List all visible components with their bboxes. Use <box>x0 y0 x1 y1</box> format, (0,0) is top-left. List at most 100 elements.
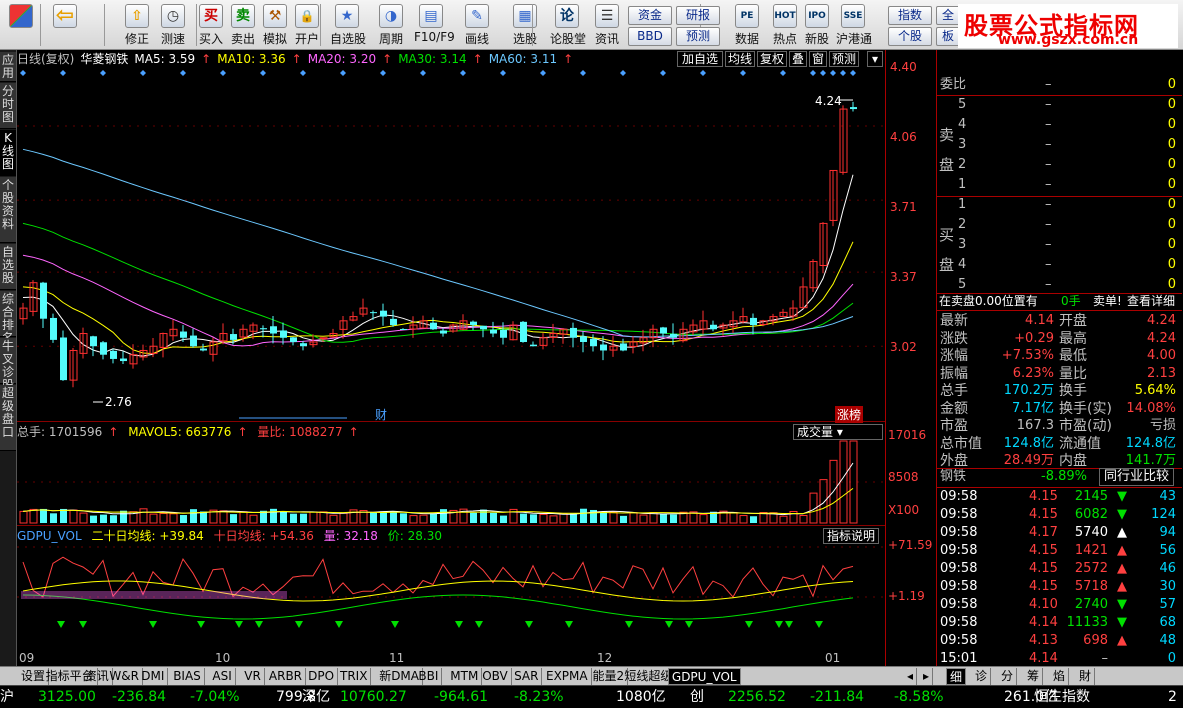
kline-chart[interactable]: 日线(复权) 华菱钢铁 MA5: 3.59 ↑ MA10: 3.36 ↑ MA20: 3.2… <box>17 50 885 423</box>
indicator-tab-15[interactable]: SAR <box>511 668 543 685</box>
toolbar-button-15[interactable]: PE 数据 <box>730 2 764 48</box>
sector-compare-button[interactable]: 同行业比较 <box>1099 468 1175 486</box>
toolbar-small-button-6[interactable]: 全 <box>936 6 960 25</box>
view-detail-button[interactable]: 查看详细 <box>1127 292 1175 310</box>
indicator-tab-8[interactable]: ARBR <box>266 668 307 685</box>
indicator-tab-16[interactable]: EXPMA <box>543 668 592 685</box>
volume-bar <box>239 511 248 524</box>
toolbar-small-button-1[interactable]: BBD <box>628 27 672 46</box>
indicator-tab-5[interactable]: BIAS <box>170 668 205 685</box>
kline-button-2[interactable]: 复权 <box>757 51 787 67</box>
volume-bar <box>219 510 228 524</box>
candle-body <box>430 322 437 330</box>
finance-marker[interactable]: 财 <box>375 406 387 423</box>
market-change: -236.84 <box>112 689 167 705</box>
candle-body <box>290 337 297 342</box>
volume-bar <box>290 513 297 523</box>
quote-tab-3[interactable]: 筹 <box>1024 668 1044 685</box>
volume-chart[interactable]: 总手: 1701596 ↑ MAVOL5: 663776 ↑ 量比: 1088277… <box>17 423 885 526</box>
down-signal-icon <box>255 621 263 628</box>
toolbar-button-2[interactable]: ⇧ 修正 <box>120 2 154 48</box>
toolbar-button-9[interactable]: ◑ 周期 <box>374 2 408 48</box>
toolbar-button-5[interactable]: 卖卖出 <box>226 2 260 48</box>
toolbar-small-button-3[interactable]: 预测 <box>676 27 720 46</box>
toolbar-small-button-4[interactable]: 指数 <box>888 6 932 25</box>
volume-bar <box>79 512 88 524</box>
toolbar-button-8[interactable]: ★ 自选股 <box>330 2 366 48</box>
indicator-tab-9[interactable]: DPO <box>305 668 339 685</box>
toolbar-button-18[interactable]: SSE 沪港通 <box>836 2 872 48</box>
left-tab-3[interactable]: 个股资料 <box>0 177 16 243</box>
down-arrow-icon: ▼ <box>1117 597 1127 612</box>
toolbar-button-17[interactable]: IPO 新股 <box>800 2 834 48</box>
stat-value: +7.53% <box>1001 348 1054 363</box>
kline-button-3[interactable]: 叠 <box>789 51 807 67</box>
toolbar-button-14[interactable]: ☰ 资讯 <box>590 2 624 48</box>
left-tab-4[interactable]: 自选股 <box>0 244 16 290</box>
indicator-tab-13[interactable]: MTM <box>447 668 483 685</box>
toolbar-button-7[interactable]: 🔒 开户 <box>290 2 324 48</box>
tick-time: 09:58 <box>940 525 978 540</box>
level-volume: 0 <box>1167 157 1176 172</box>
down-signal-icon <box>815 621 823 628</box>
site-logo: 股票公式指标网 www.gszx.com.cn <box>958 4 1178 48</box>
toolbar-button-1[interactable]: ⇦ <box>48 2 82 48</box>
indicator-tab-7[interactable]: VR <box>241 668 265 685</box>
left-tab-6[interactable]: 牛叉诊股 <box>0 338 16 392</box>
toolbar-small-button-0[interactable]: 资金 <box>628 6 672 25</box>
toolbar-button-3[interactable]: ◷ 测速 <box>156 2 190 48</box>
left-tab-1[interactable]: 分时图 <box>0 83 16 129</box>
toolbar-button-16[interactable]: HOT 热点 <box>768 2 802 48</box>
indicator-tab-19[interactable]: GDPU_VOL <box>667 668 741 685</box>
quote-tab-0[interactable]: 细 <box>946 668 967 685</box>
order-ratio-value: – <box>1045 77 1052 92</box>
kline-menu-button[interactable]: ▾ <box>867 51 883 67</box>
sector-row: 钢铁 -8.89% 同行业比较 <box>937 468 1182 486</box>
tab-scroll-right-icon[interactable]: ▸ <box>920 668 934 685</box>
kline-button-1[interactable]: 均线 <box>725 51 755 67</box>
toolbar-small-button-7[interactable]: 板 <box>936 27 960 46</box>
quote-tab-2[interactable]: 分 <box>998 668 1018 685</box>
down-arrow-icon: ▼ <box>1117 615 1127 630</box>
left-tab-5[interactable]: 综合排名 <box>0 291 16 345</box>
toolbar-button-4[interactable]: 买买入 <box>194 2 228 48</box>
toolbar-button-0[interactable] <box>4 2 38 48</box>
indicator-tab-10[interactable]: TRIX <box>337 668 372 685</box>
indicator-tab-14[interactable]: OBV <box>479 668 512 685</box>
indicator-tab-12[interactable]: BBI <box>415 668 443 685</box>
kline-button-4[interactable]: 窗 <box>809 51 827 67</box>
tab-scroll-left-icon[interactable]: ◂ <box>904 668 918 685</box>
left-tab-2[interactable]: K线图 <box>0 130 16 176</box>
signal-diamond-icon <box>660 70 666 76</box>
toolbar-button-6[interactable]: ⚒ 模拟 <box>258 2 292 48</box>
toolbar-small-button-5[interactable]: 个股 <box>888 27 932 46</box>
quote-tab-4[interactable]: 焰 <box>1050 668 1070 685</box>
toolbar-small-button-2[interactable]: 研报 <box>676 6 720 25</box>
stat-value: 4.00 <box>1147 348 1176 363</box>
indicator-tab-6[interactable]: ASI <box>209 668 236 685</box>
toolbar-button-11[interactable]: ✎ 画线 <box>460 2 494 48</box>
clock-icon: ◷ <box>161 4 185 28</box>
indicator-chart[interactable]: GDPU_VOL 二十日均线: +39.84 十日均线: +54.36 量: 3… <box>17 527 885 650</box>
volume-bar <box>139 508 148 524</box>
candle-body <box>370 312 377 314</box>
kline-button-5[interactable]: 预测 <box>829 51 859 67</box>
candle-body <box>620 343 627 351</box>
sell-notice-button[interactable]: 卖单! <box>1093 292 1122 310</box>
indicator-tab-4[interactable]: DMI <box>138 668 169 685</box>
volume-indicator-select[interactable]: 成交量 ▾ <box>793 424 883 440</box>
indicator-help-button[interactable]: 指标说明 <box>823 528 880 544</box>
volume-header: 总手: 1701596 ↑ MAVOL5: 663776 ↑ 量比: 1088277… <box>17 425 359 439</box>
quote-tab-5[interactable]: 財 <box>1076 668 1096 685</box>
x-axis: 09 10 11 12 01 <box>17 650 885 666</box>
indicator-tick: +71.59 <box>888 538 933 552</box>
left-tab-0[interactable]: 应用 <box>0 52 16 82</box>
toolbar-button-12[interactable]: ▦ 选股 <box>508 2 542 48</box>
zhangbang-marker[interactable]: 涨榜 <box>835 406 864 423</box>
toolbar-button-10[interactable]: ▤ F10/F9 <box>414 2 455 48</box>
toolbar-button-13[interactable]: 论论股堂 <box>550 2 586 48</box>
quote-tab-1[interactable]: 诊 <box>972 668 992 685</box>
kline-button-0[interactable]: 加自选 <box>677 51 723 67</box>
left-tab-7[interactable]: 超级盘口 <box>0 385 16 451</box>
volume-bar <box>90 515 97 523</box>
